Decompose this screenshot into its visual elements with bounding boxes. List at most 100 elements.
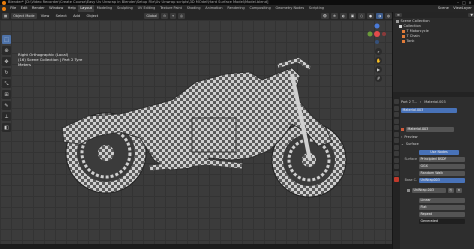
- scene-selector[interactable]: Scene: [436, 5, 451, 12]
- shading-rendered-icon[interactable]: ◍: [385, 13, 392, 19]
- camera-icon[interactable]: ▶: [375, 66, 382, 73]
- projection-dropdown[interactable]: Flat: [419, 204, 465, 210]
- tab-shading[interactable]: Shading: [184, 5, 203, 12]
- outliner-filter-icon[interactable]: ▼: [468, 13, 474, 17]
- rotate-tool-icon[interactable]: ↻: [2, 68, 11, 77]
- annotate-tool-icon[interactable]: ✎: [2, 101, 11, 110]
- use-nodes-button[interactable]: Use Nodes: [419, 149, 459, 155]
- world-tab-icon[interactable]: [394, 131, 399, 137]
- object-tab-icon[interactable]: [394, 138, 399, 143]
- mesh-icon: [402, 30, 405, 33]
- transform-tool-icon[interactable]: ⊞: [2, 90, 11, 99]
- mode-dropdown[interactable]: Object Mode: [11, 13, 37, 19]
- shading-solid-icon[interactable]: ●: [367, 13, 375, 19]
- blender-menu-icon[interactable]: [2, 6, 6, 11]
- particles-tab-icon[interactable]: [394, 151, 399, 156]
- right-panel: ≡ ▼ Scene Collection Collection T Motorc…: [392, 12, 474, 249]
- data-tab-icon[interactable]: [394, 170, 399, 176]
- tab-sculpting[interactable]: Sculpting: [115, 5, 136, 12]
- add-menu[interactable]: Add: [71, 13, 82, 20]
- scene-tab-icon[interactable]: [394, 125, 399, 130]
- constraints-tab-icon[interactable]: [394, 164, 399, 169]
- unlink-image-icon[interactable]: ×: [456, 187, 462, 193]
- material-slot-list[interactable]: Material.003: [401, 107, 474, 113]
- tool-tab-icon[interactable]: [394, 99, 399, 104]
- new-image-icon[interactable]: ⎘: [448, 187, 454, 193]
- tab-animation[interactable]: Animation: [203, 5, 225, 12]
- outliner-editor-icon[interactable]: ≡: [395, 13, 402, 17]
- tab-scripting[interactable]: Scripting: [307, 5, 327, 12]
- extension-dropdown[interactable]: Repeat: [419, 211, 465, 217]
- tab-uv-editing[interactable]: UV Editing: [135, 5, 157, 12]
- status-bar: [0, 244, 392, 249]
- navigation-gizmo[interactable]: [366, 23, 388, 45]
- proportional-edit-icon[interactable]: ◎: [177, 13, 185, 19]
- viewlayer-selector[interactable]: ViewLayer: [451, 5, 474, 12]
- add-cube-tool-icon[interactable]: ◧: [2, 123, 11, 132]
- cursor-tool-icon[interactable]: ⊕: [2, 46, 11, 55]
- engine: [191, 117, 237, 153]
- snap-icon[interactable]: ⌖: [170, 13, 176, 19]
- material-sphere-icon: [401, 127, 404, 131]
- view-menu[interactable]: View: [39, 13, 52, 20]
- preview-panel-header[interactable]: › Preview: [401, 134, 474, 140]
- scale-tool-icon[interactable]: ⤡: [2, 79, 11, 88]
- material-slot[interactable]: Material.003: [401, 107, 457, 113]
- select-menu[interactable]: Select: [53, 13, 68, 20]
- view-layer-tab-icon[interactable]: [394, 118, 399, 124]
- shading-material-icon[interactable]: ◑: [376, 13, 384, 19]
- material-tab-icon[interactable]: [394, 177, 399, 182]
- render-tab-icon[interactable]: [394, 105, 399, 111]
- image-name-field[interactable]: UnWrap.003: [412, 187, 446, 193]
- move-tool-icon[interactable]: ✥: [2, 57, 11, 66]
- viewport-header: ▦ Object Mode View Select Add Object Glo…: [0, 12, 392, 20]
- select-box-tool-icon[interactable]: ⬚: [2, 35, 11, 44]
- editor-type-icon[interactable]: ▦: [2, 13, 10, 19]
- top-menu-bar: File Edit Render Window Help Layout Mode…: [0, 5, 474, 12]
- menu-render[interactable]: Render: [30, 5, 47, 12]
- zoom-icon[interactable]: ⌕: [375, 48, 382, 55]
- outliner: Scene Collection Collection T Motorcycle…: [393, 19, 474, 44]
- menu-help[interactable]: Help: [65, 5, 78, 12]
- units-label: Meters: [18, 62, 31, 68]
- pivot-icon[interactable]: ⊙: [161, 13, 169, 19]
- distribution-dropdown[interactable]: GGX: [419, 163, 465, 169]
- shading-wireframe-icon[interactable]: ○: [358, 13, 366, 19]
- grid-icon[interactable]: #: [375, 75, 382, 82]
- measure-tool-icon[interactable]: ⟂: [2, 112, 11, 121]
- surface-shader-dropdown[interactable]: Principled BSDF: [419, 156, 465, 162]
- subsurface-method-dropdown[interactable]: Random Walk: [419, 170, 465, 176]
- menu-file[interactable]: File: [8, 5, 18, 12]
- overlays-icon[interactable]: ◐: [339, 13, 347, 19]
- outliner-row-tank[interactable]: Tank: [393, 39, 474, 44]
- tab-rendering[interactable]: Rendering: [225, 5, 247, 12]
- gizmo-icon[interactable]: ⊕: [331, 13, 338, 19]
- viewport-nav-buttons: ⌕ ✋ ▶ #: [375, 48, 382, 82]
- surface-panel-header[interactable]: ⌄ Surface: [401, 141, 474, 147]
- base-color-texture[interactable]: UnWrap003: [419, 177, 465, 183]
- menu-edit[interactable]: Edit: [18, 5, 29, 12]
- material-name-field[interactable]: Material.003: [406, 126, 454, 132]
- mesh-icon: [402, 35, 405, 38]
- interpolation-dropdown[interactable]: Linear: [419, 197, 465, 203]
- pan-hand-icon[interactable]: ✋: [375, 57, 382, 64]
- object-menu[interactable]: Object: [84, 13, 100, 20]
- menu-window[interactable]: Window: [47, 5, 66, 12]
- tab-modeling[interactable]: Modeling: [94, 5, 114, 12]
- tab-layout[interactable]: Layout: [78, 5, 95, 12]
- modifier-tab-icon[interactable]: [394, 144, 399, 150]
- 3d-viewport[interactable]: Right Orthographic (Local) (16) Scene Co…: [0, 20, 392, 249]
- collection-icon: [399, 25, 402, 28]
- tab-compositing[interactable]: Compositing: [247, 5, 273, 12]
- interpolation-row: Linear: [401, 197, 474, 203]
- visibility-icon[interactable]: 👁: [320, 13, 330, 19]
- transform-orientation-dropdown[interactable]: Global: [144, 13, 160, 19]
- source-dropdown[interactable]: Generated: [419, 218, 465, 224]
- output-tab-icon[interactable]: [394, 112, 399, 117]
- physics-tab-icon[interactable]: [394, 157, 399, 163]
- xray-icon[interactable]: ▣: [348, 13, 357, 19]
- tab-geometry-nodes[interactable]: Geometry Nodes: [273, 5, 306, 12]
- tab-texture-paint[interactable]: Texture Paint: [158, 5, 185, 12]
- blender-logo-icon: [2, 0, 6, 5]
- properties-tabs: [393, 97, 400, 249]
